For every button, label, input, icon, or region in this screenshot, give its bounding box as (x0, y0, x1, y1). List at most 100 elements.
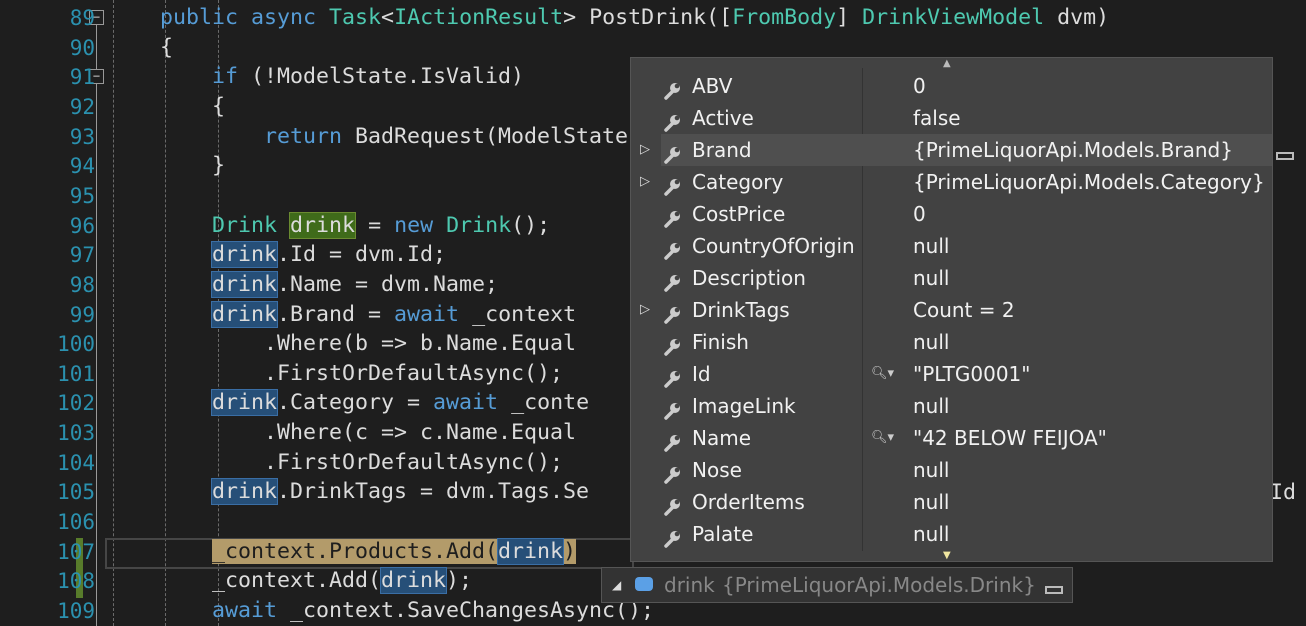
code-line[interactable]: if (!ModelState.IsValid) (56, 62, 524, 92)
code-token: _conte (498, 390, 590, 416)
datatip-row[interactable]: Active false (631, 102, 1272, 134)
code-line[interactable]: _context.Products.Add(drink) (56, 537, 577, 567)
datatip-row[interactable]: ▷ Brand {PrimeLiquorApi.Models.Brand} (631, 134, 1272, 166)
code-token: .Id = dvm.Id; (277, 242, 447, 268)
datatip-row[interactable]: ▷ DrinkTags Count = 2 (631, 294, 1272, 326)
datatip-row[interactable]: Finish null (631, 326, 1272, 358)
property-value[interactable]: {PrimeLiquorApi.Models.Brand} (913, 134, 1233, 166)
datatip-popup[interactable]: ▲ ABV 0 Active false ▷ Brand {PrimeLiquorApi.M… (630, 57, 1273, 562)
property-name: Nose (692, 458, 742, 482)
property-name: DrinkTags (692, 298, 790, 322)
symbol-highlight: drink (497, 537, 565, 565)
code-line[interactable]: .Where(b => b.Name.Equal (56, 329, 576, 359)
code-token: .FirstOrDefaultAsync(); (56, 360, 564, 386)
datatip-root[interactable]: ◢ drink {PrimeLiquorApi.Models.Drink} (601, 567, 1073, 603)
code-token: .Where(b => b.Name.Equal (56, 331, 577, 357)
datatip-row[interactable]: Palate null (631, 518, 1272, 550)
datatip-row[interactable]: OrderItems null (631, 486, 1272, 518)
property-wrench-icon (663, 173, 681, 196)
code-line[interactable]: .FirstOrDefaultAsync(); (56, 448, 563, 478)
property-name: CountryOfOrigin (692, 234, 855, 258)
datatip-row[interactable]: ImageLink null (631, 390, 1272, 422)
property-value[interactable]: "PLTG0001" (913, 358, 1030, 390)
property-value[interactable]: {PrimeLiquorApi.Models.Category} (913, 166, 1265, 198)
visualizer-magnifier-icon[interactable]: 🔍︎▾ (871, 358, 894, 390)
line-number: 106 (57, 510, 95, 535)
property-value[interactable]: 0 (913, 198, 926, 230)
property-value[interactable]: null (913, 486, 949, 518)
expand-icon[interactable]: ▷ (640, 166, 650, 198)
property-wrench-icon (663, 365, 681, 388)
pin-icon[interactable] (1276, 145, 1294, 164)
code-token: .Where(c => c.Name.Equal (56, 420, 577, 446)
code-token: { (56, 34, 174, 60)
code-line[interactable]: Drink drink = new Drink(); (56, 211, 550, 241)
code-token: < (381, 5, 395, 30)
property-value[interactable]: false (913, 102, 961, 134)
property-name: Category (692, 170, 784, 194)
datatip-row[interactable]: CostPrice 0 (631, 198, 1272, 230)
code-line[interactable]: .FirstOrDefaultAsync(); (56, 359, 563, 389)
root-name: drink (664, 573, 715, 597)
code-token: await (212, 598, 278, 623)
property-value[interactable]: null (913, 390, 949, 422)
expand-icon[interactable]: ▷ (640, 134, 650, 166)
symbol-highlight: drink (380, 567, 448, 595)
code-line[interactable]: await _context.SaveChangesAsync(); (56, 596, 654, 626)
datatip-row[interactable]: Name 🔍︎▾ "42 BELOW FEIJOA" (631, 422, 1272, 454)
property-value[interactable]: null (913, 230, 949, 262)
property-value[interactable]: null (913, 326, 949, 358)
datatip-row[interactable]: Nose null (631, 454, 1272, 486)
datatip-row[interactable]: CountryOfOrigin null (631, 230, 1272, 262)
code-token: > PostDrink([ (563, 5, 733, 30)
expand-icon[interactable]: ▷ (640, 294, 650, 326)
code-line[interactable]: { (56, 92, 225, 122)
code-line[interactable]: drink.Id = dvm.Id; (56, 240, 446, 270)
datatip-row[interactable]: Description null (631, 262, 1272, 294)
code-token: new (394, 212, 434, 238)
property-value[interactable]: null (913, 454, 949, 486)
code-token: _context.Products.Add( (212, 538, 499, 564)
property-name: Id (692, 362, 711, 386)
code-token: (); (511, 212, 551, 238)
root-value: {PrimeLiquorApi.Models.Drink} (722, 573, 1036, 597)
code-line[interactable]: drink.Category = await _conte (56, 388, 589, 418)
code-line[interactable]: public async Task<IActionResult> PostDri… (56, 3, 1109, 33)
property-name: OrderItems (692, 490, 805, 514)
pin-icon[interactable] (1045, 570, 1063, 604)
datatip-row[interactable]: Id 🔍︎▾ "PLTG0001" (631, 358, 1272, 390)
property-value[interactable]: 0 (913, 70, 926, 102)
property-value[interactable]: Count = 2 (913, 294, 1015, 326)
visualizer-magnifier-icon[interactable]: 🔍︎▾ (871, 422, 894, 454)
code-line[interactable]: { (56, 33, 173, 63)
code-line[interactable]: drink.DrinkTags = dvm.Tags.Se (56, 477, 589, 507)
code-line[interactable]: drink.Name = dvm.Name; (56, 270, 498, 300)
property-value[interactable]: null (913, 518, 949, 550)
code-line[interactable]: return BadRequest(ModelState); (56, 122, 654, 152)
datatip-row[interactable]: ▷ Category {PrimeLiquorApi.Models.Category… (631, 166, 1272, 198)
code-line[interactable]: drink.Brand = await _context (56, 300, 576, 330)
code-line[interactable]: } (56, 151, 225, 181)
code-token: Task (329, 5, 382, 30)
property-name: Active (692, 106, 754, 130)
property-name: ImageLink (692, 394, 796, 418)
property-wrench-icon (663, 301, 681, 324)
code-line[interactable]: _context.Add(drink); (56, 566, 472, 596)
collapse-triangle-icon[interactable]: ◢ (612, 568, 621, 602)
code-token: ] (836, 5, 863, 30)
property-name: Name (692, 426, 752, 450)
property-value[interactable]: "42 BELOW FEIJOA" (913, 422, 1107, 454)
scroll-up-icon[interactable]: ▲ (943, 58, 951, 69)
code-token: await (394, 301, 460, 327)
property-value[interactable]: null (913, 262, 949, 294)
datatip-row[interactable]: ABV 0 (631, 70, 1272, 102)
code-line[interactable]: .Where(c => c.Name.Equal (56, 418, 576, 448)
scroll-down-icon[interactable]: ▼ (943, 550, 951, 561)
code-token: (!ModelState.IsValid) (238, 64, 525, 90)
